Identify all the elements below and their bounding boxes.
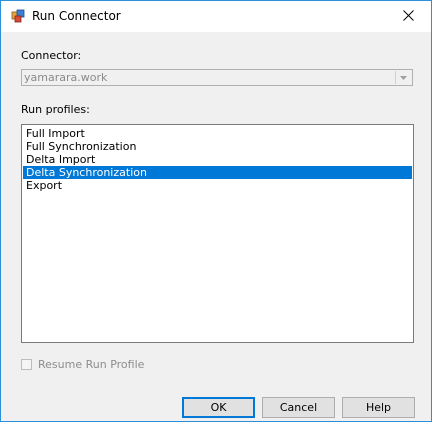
resume-run-profile-checkbox[interactable] <box>21 358 32 370</box>
dialog-title: Run Connector <box>32 9 121 23</box>
resume-run-profile-option[interactable]: Resume Run Profile <box>21 357 144 371</box>
run-connector-dialog: Run Connector Connector: yamarara.work R… <box>0 0 432 422</box>
resume-run-profile-label: Resume Run Profile <box>38 357 145 371</box>
list-item-full-import[interactable]: Full Import <box>23 127 412 140</box>
list-item-delta-synchronization[interactable]: Delta Synchronization <box>23 166 412 179</box>
list-item-delta-import[interactable]: Delta Import <box>23 153 412 166</box>
close-icon <box>402 9 414 24</box>
run-profiles-list[interactable]: Full Import Full Synchronization Delta I… <box>21 124 414 343</box>
list-item-export[interactable]: Export <box>23 179 412 192</box>
list-item-full-synchronization[interactable]: Full Synchronization <box>23 140 412 153</box>
run-profiles-label: Run profiles: <box>21 103 90 116</box>
title-bar[interactable]: Run Connector <box>1 1 431 32</box>
ok-button[interactable]: OK <box>182 397 255 418</box>
connector-app-icon <box>11 9 25 23</box>
connector-dropdown[interactable]: yamarara.work <box>21 69 413 86</box>
close-button[interactable] <box>385 1 431 32</box>
cancel-button[interactable]: Cancel <box>262 397 335 418</box>
connector-label: Connector: <box>21 49 82 62</box>
chevron-down-icon <box>395 71 411 84</box>
help-button[interactable]: Help <box>342 397 415 418</box>
connector-value: yamarara.work <box>24 71 108 84</box>
